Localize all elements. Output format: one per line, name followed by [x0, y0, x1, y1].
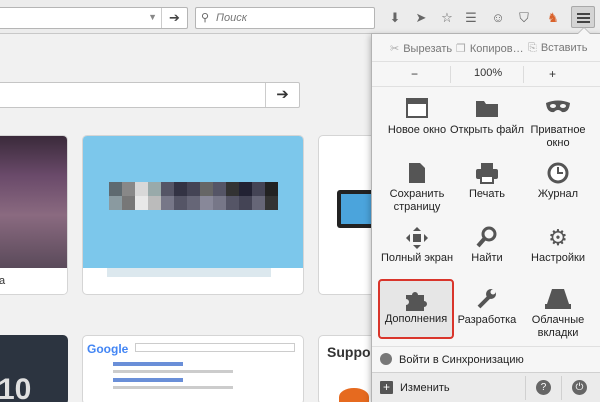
zoom-reset-button[interactable]: 100% [474, 67, 502, 79]
printer-icon [450, 156, 524, 188]
developer-button[interactable]: Разработка [450, 282, 524, 346]
search-icon: ⚲ [201, 12, 210, 24]
fullscreen-icon [380, 220, 454, 252]
scissors-icon: ✂ [390, 43, 400, 55]
customize-button[interactable]: Изменить [400, 382, 450, 394]
gear-icon: ⚙ [548, 225, 568, 250]
search-bar[interactable]: ⚲ [195, 7, 375, 29]
top-site-tile-5[interactable]: Google [82, 335, 304, 402]
power-icon[interactable]: ⏻ [572, 380, 587, 395]
new-window-icon [380, 92, 454, 124]
tile-caption: а [0, 268, 67, 294]
reading-icon[interactable]: ☰ [462, 9, 480, 27]
pixelated-title [109, 182, 278, 196]
download-icon[interactable]: ⬇ [386, 9, 404, 27]
send-icon[interactable]: ➤ [412, 9, 430, 27]
settings-button[interactable]: ⚙ Настройки [521, 220, 595, 284]
url-bar[interactable]: ▼ ➔ [0, 7, 188, 29]
page-search-box[interactable]: ➔ [0, 82, 300, 108]
sync-icon [380, 353, 392, 365]
find-button[interactable]: Найти [450, 220, 524, 284]
copy-button[interactable]: ❐ Копиров… [456, 42, 524, 55]
open-file-button[interactable]: Открыть файл [450, 92, 524, 156]
cloud-tabs-icon [521, 282, 595, 314]
history-button[interactable]: Журнал [521, 156, 595, 220]
addons-button[interactable]: Дополнения [379, 281, 453, 345]
navigation-toolbar: ▼ ➔ ⚲ ⬇ ➤ ☆ ☰ ☺ ⛉ ♞ [0, 0, 600, 34]
top-site-tile-4[interactable]: 10 [0, 335, 68, 402]
synced-tabs-button[interactable]: Облачные вкладки [521, 282, 595, 346]
zoom-out-button[interactable]: − [411, 67, 418, 81]
cut-button[interactable]: ✂ Вырезать [390, 42, 452, 55]
paste-button[interactable]: ⎘ Вставить [528, 42, 587, 55]
folder-icon [450, 92, 524, 124]
edit-controls: ✂ Вырезать ❐ Копиров… ⎘ Вставить [372, 34, 600, 62]
private-window-button[interactable]: Приватное окно [521, 92, 595, 156]
clock-icon [521, 156, 595, 188]
menu-button[interactable] [571, 6, 595, 28]
save-page-icon [380, 156, 454, 188]
print-button[interactable]: Печать [450, 156, 524, 220]
url-dropdown-icon[interactable]: ▼ [148, 12, 157, 22]
magnifier-icon [450, 220, 524, 252]
paste-icon: ⎘ [528, 42, 537, 54]
fullscreen-button[interactable]: Полный экран [380, 220, 454, 284]
copy-icon: ❐ [456, 43, 466, 55]
pocket-icon[interactable]: ⛉ [515, 9, 533, 27]
pixelated-subtitle [109, 196, 278, 210]
go-button[interactable]: ➔ [161, 8, 187, 28]
customize-icon: + [380, 381, 393, 394]
smile-icon[interactable]: ☺ [489, 9, 507, 27]
firefox-logo [339, 388, 369, 402]
puzzle-icon [379, 281, 453, 313]
star-icon[interactable]: ☆ [438, 9, 456, 27]
zoom-controls: − 100% + [372, 62, 600, 87]
google-logo: Google [87, 342, 129, 356]
google-search-thumb [135, 343, 295, 352]
zoom-in-button[interactable]: + [549, 67, 556, 81]
top-site-tile-1[interactable]: а [0, 135, 68, 295]
top-site-tile-2[interactable] [82, 135, 304, 295]
top-site-tile-6[interactable]: Support [318, 335, 378, 402]
mask-icon [521, 92, 595, 124]
new-window-button[interactable]: Новое окно [380, 92, 454, 156]
save-page-button[interactable]: Сохранить страницу [380, 156, 454, 220]
tile-thumbnail [0, 136, 67, 268]
page-search-go-button[interactable]: ➔ [265, 83, 299, 107]
top-site-tile-3[interactable] [318, 135, 378, 295]
main-menu-panel: ✂ Вырезать ❐ Копиров… ⎘ Вставить − 100% + Н… [371, 27, 600, 402]
menu-footer: + Изменить ? ⏻ [372, 372, 600, 402]
addon-icon[interactable]: ♞ [544, 9, 562, 27]
search-input[interactable] [216, 10, 366, 26]
wrench-icon [450, 282, 524, 314]
help-icon[interactable]: ? [536, 380, 551, 395]
tile-caption-blur [107, 268, 271, 277]
sync-signin-button[interactable]: Войти в Синхронизацию [372, 346, 600, 372]
tile-number-text: 10 [0, 373, 32, 402]
